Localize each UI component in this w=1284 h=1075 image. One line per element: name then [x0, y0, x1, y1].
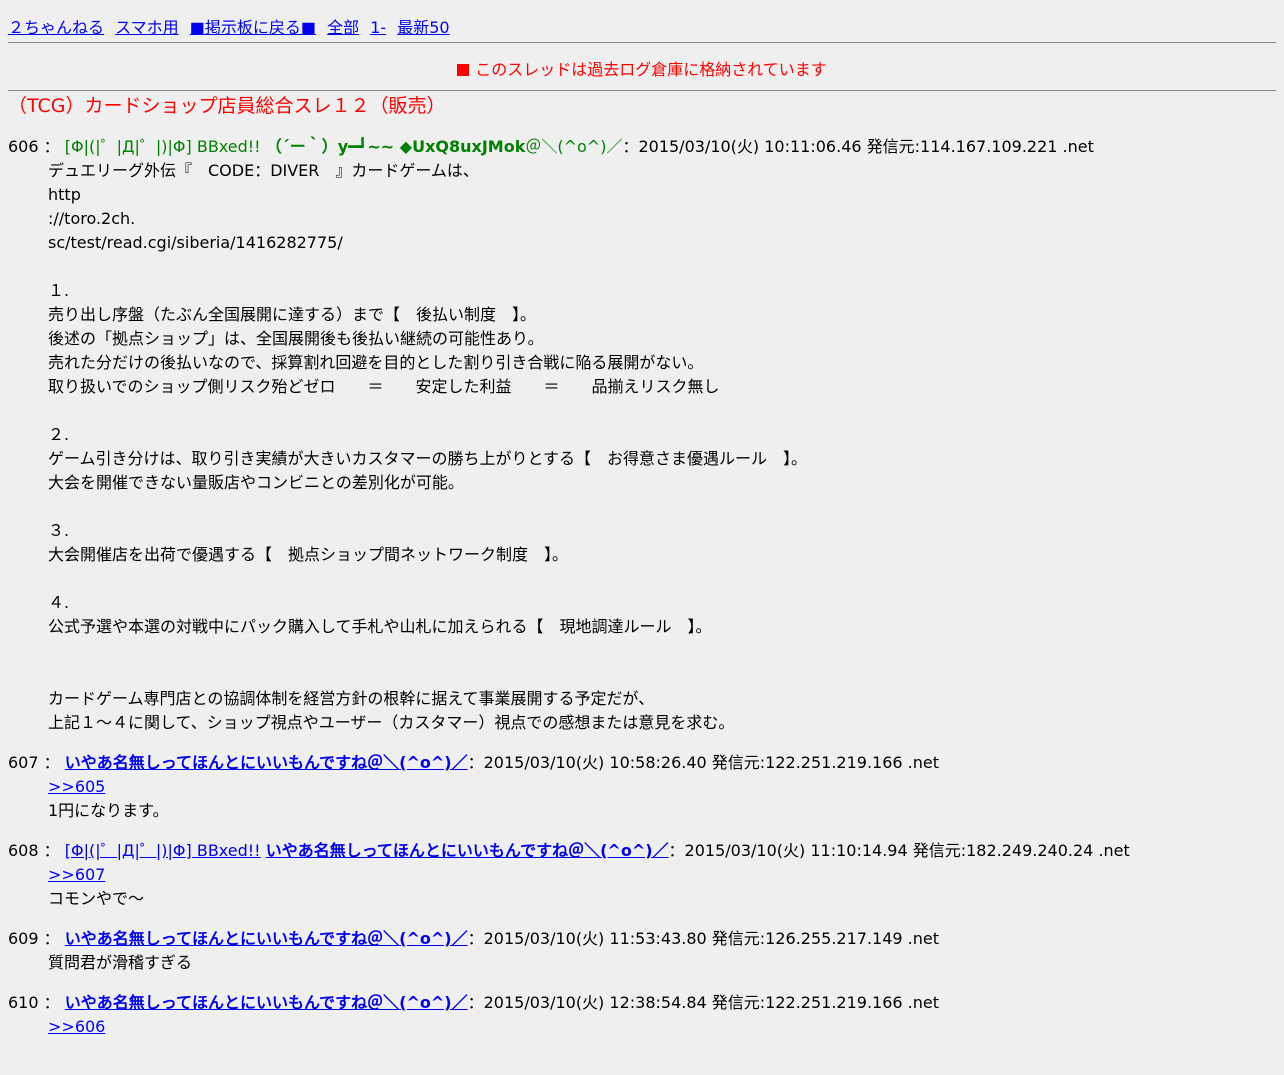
post-607: 607 ： いやあ名無しってほんとにいいもんですね＠＼(^o^)／：2015/0…	[8, 751, 1276, 823]
post-header: 608 ： [Φ|(|゜|Д|゜|)|Φ] BBxed!! いやあ名無しってほん…	[8, 839, 1276, 863]
post-line: 質問君が滑稽すぎる	[48, 953, 193, 972]
post-header: 606 ： [Φ|(|゜|Д|゜|)|Φ] BBxed!! （´ー｀）y━┛~~…	[8, 135, 1276, 159]
post-610: 610 ： いやあ名無しってほんとにいいもんですね＠＼(^o^)／：2015/0…	[8, 991, 1276, 1039]
post-body: >>607 コモンやで～	[48, 863, 1276, 911]
site-link[interactable]: ２ちゃんねる	[8, 18, 104, 37]
red-square-icon	[457, 64, 470, 76]
post-separator: ：	[43, 929, 60, 948]
first-posts-link[interactable]: 1-	[370, 18, 386, 37]
post-line: 大会を開催できない量販店やコンビニとの差別化が可能。	[48, 473, 464, 492]
poster-name-link[interactable]: いやあ名無しってほんとにいいもんですね＠＼(^o^)／	[65, 993, 468, 1012]
poster-name-link[interactable]: いやあ名無しってほんとにいいもんですね＠＼(^o^)／	[65, 753, 468, 772]
post-meta: ：2015/03/10(火) 11:53:43.80 発信元:126.255.2…	[467, 929, 940, 948]
divider	[8, 90, 1276, 91]
post-header: 609 ： いやあ名無しってほんとにいいもんですね＠＼(^o^)／：2015/0…	[8, 927, 1276, 951]
post-line: １.	[48, 281, 70, 300]
post-header: 607 ： いやあ名無しってほんとにいいもんですね＠＼(^o^)／：2015/0…	[8, 751, 1276, 775]
post-meta: ：2015/03/10(火) 11:10:14.94 発信元:182.249.2…	[668, 841, 1130, 860]
post-header: 610 ： いやあ名無しってほんとにいいもんですね＠＼(^o^)／：2015/0…	[8, 991, 1276, 1015]
post-line: sc/test/read.cgi/siberia/1416282775/	[48, 233, 343, 252]
post-line: 後述の「拠点ショップ」は、全国展開後も後払い継続の可能性あり。	[48, 329, 544, 348]
poster-name: （´ー｀）y━┛~~ ◆UxQ8uxJMok	[265, 137, 526, 156]
post-body: >>605 1円になります。	[48, 775, 1276, 823]
post-body: >>606	[48, 1015, 1276, 1039]
mobile-link[interactable]: スマホ用	[115, 18, 179, 37]
all-posts-link[interactable]: 全部	[327, 18, 359, 37]
reply-anchor-link[interactable]: >>606	[48, 1017, 105, 1036]
post-line	[48, 663, 1276, 687]
post-line	[48, 255, 1276, 279]
post-separator: ：	[43, 841, 60, 860]
post-line	[48, 399, 1276, 423]
post-meta: ：2015/03/10(火) 10:11:06.46 発信元:114.167.1…	[622, 137, 1094, 156]
poster-cap: [Φ|(|゜|Д|゜|)|Φ] BBxed!!	[64, 137, 261, 156]
post-line: 1円になります。	[48, 801, 169, 820]
post-line: ://toro.2ch.	[48, 209, 136, 228]
post-line	[48, 495, 1276, 519]
post-separator: ：	[43, 993, 60, 1012]
post-number: 606	[8, 137, 39, 156]
post-line: 公式予選や本選の対戦中にパック購入して手札や山札に加えられる【 現地調達ルール …	[48, 617, 712, 636]
post-line: ２.	[48, 425, 70, 444]
post-line	[48, 639, 1276, 663]
latest-50-link[interactable]: 最新50	[397, 18, 449, 37]
post-meta: ：2015/03/10(火) 10:58:26.40 発信元:122.251.2…	[467, 753, 940, 772]
poster-name-link[interactable]: いやあ名無しってほんとにいいもんですね＠＼(^o^)／	[266, 841, 669, 860]
back-to-board-link[interactable]: ■掲示板に戻る■	[190, 18, 316, 37]
post-body: デュエリーグ外伝『 CODE：DIVER 』カードゲームは、 http ://t…	[48, 159, 1276, 735]
post-line: カードゲーム専門店との協調体制を経営方針の根幹に据えて事業展開する予定だが、	[48, 689, 655, 708]
poster-name-link[interactable]: いやあ名無しってほんとにいいもんですね＠＼(^o^)／	[65, 929, 468, 948]
post-number: 609	[8, 929, 39, 948]
poster-name-suffix: ＠＼(^o^)／	[525, 137, 623, 156]
post-number: 607	[8, 753, 39, 772]
top-nav: ２ちゃんねる スマホ用 ■掲示板に戻る■ 全部 1- 最新50	[8, 0, 1276, 40]
post-line: 上記１～４に関して、ショップ視点やユーザー（カスタマー）視点での感想または意見を…	[48, 713, 735, 732]
divider	[8, 42, 1276, 43]
post-line: ３.	[48, 521, 70, 540]
post-line	[48, 567, 1276, 591]
post-606: 606 ： [Φ|(|゜|Д|゜|)|Φ] BBxed!! （´ー｀）y━┛~~…	[8, 135, 1276, 735]
reply-anchor-link[interactable]: >>605	[48, 777, 105, 796]
post-line: 取り扱いでのショップ側リスク殆どゼロ ＝ 安定した利益 ＝ 品揃えリスク無し	[48, 377, 720, 396]
post-line: 大会開催店を出荷で優遇する【 拠点ショップ間ネットワーク制度 】。	[48, 545, 569, 564]
poster-cap-link[interactable]: [Φ|(|゜|Д|゜|)|Φ] BBxed!!	[65, 841, 261, 860]
post-number: 608	[8, 841, 39, 860]
post-line: 売り出し序盤（たぶん全国展開に達する）まで【 後払い制度 】。	[48, 305, 537, 324]
post-number: 610	[8, 993, 39, 1012]
post-line: ゲーム引き分けは、取り引き実績が大きいカスタマーの勝ち上がりとする【 お得意さま…	[48, 449, 808, 468]
post-608: 608 ： [Φ|(|゜|Д|゜|)|Φ] BBxed!! いやあ名無しってほん…	[8, 839, 1276, 911]
archive-notice-text: このスレッドは過去ログ倉庫に格納されています	[475, 60, 827, 79]
post-609: 609 ： いやあ名無しってほんとにいいもんですね＠＼(^o^)／：2015/0…	[8, 927, 1276, 975]
post-body: 質問君が滑稽すぎる	[48, 951, 1276, 975]
archive-notice: このスレッドは過去ログ倉庫に格納されています	[8, 58, 1276, 82]
post-meta: ：2015/03/10(火) 12:38:54.84 発信元:122.251.2…	[467, 993, 940, 1012]
post-line: 売れた分だけの後払いなので、採算割れ回避を目的とした割り引き合戦に陥る展開がない…	[48, 353, 704, 372]
post-separator: ：	[43, 137, 60, 156]
thread-title: （TCG）カードショップ店員総合スレ１２（販売）	[8, 95, 446, 117]
page: ２ちゃんねる スマホ用 ■掲示板に戻る■ 全部 1- 最新50 このスレッドは過…	[0, 0, 1284, 1039]
post-line: ４.	[48, 593, 70, 612]
post-line: デュエリーグ外伝『 CODE：DIVER 』カードゲームは、	[48, 161, 479, 180]
post-line: http	[48, 185, 81, 204]
post-line: コモンやで～	[48, 889, 145, 908]
post-separator: ：	[43, 753, 60, 772]
reply-anchor-link[interactable]: >>607	[48, 865, 105, 884]
